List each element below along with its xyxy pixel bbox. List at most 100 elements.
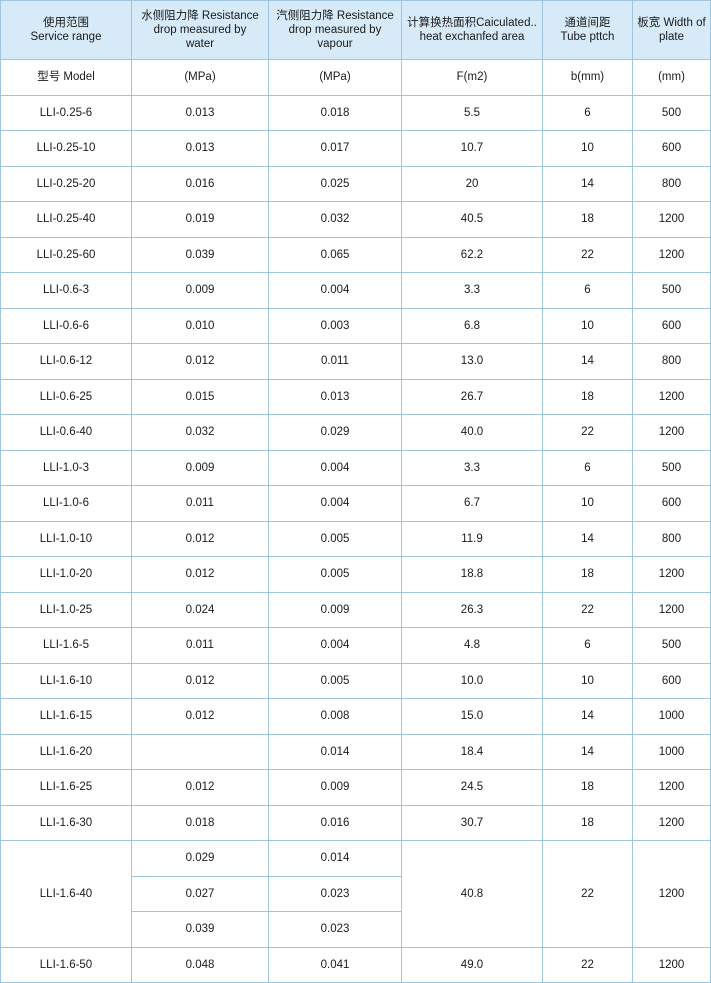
unit-vapour-mpa: (MPa): [268, 59, 402, 96]
cell-pitch: 6: [542, 627, 633, 664]
cell-model: LLI-1.6-40: [0, 840, 132, 948]
cell-area: 26.3: [401, 591, 543, 628]
header-water-resistance-line2: drop measured by: [153, 24, 247, 36]
cell-water: 0.018: [131, 804, 269, 841]
cell-water: 0.013: [131, 94, 269, 131]
cell-model: LLI-1.6-10: [0, 662, 132, 699]
cell-model: LLI-0.25-20: [0, 165, 132, 202]
cell-pitch: 10: [542, 485, 633, 522]
cell-pitch: 10: [542, 307, 633, 344]
cell-vapour: 0.004: [268, 627, 402, 664]
cell-vapour: 0.005: [268, 662, 402, 699]
cell-water: 0.010: [131, 307, 269, 344]
cell-pitch: 18: [542, 769, 633, 806]
cell-model: LLI-1.0-20: [0, 556, 132, 593]
cell-width: 1200: [632, 804, 711, 841]
cell-area: 40.8: [401, 840, 543, 948]
cell-water: 0.016: [131, 165, 269, 202]
cell-model: LLI-1.0-10: [0, 520, 132, 557]
specifications-table: 使用范围 Service range 水侧阻力降 Resistance drop…: [0, 0, 711, 983]
cell-water: 0.012: [131, 662, 269, 699]
cell-water: 0.013: [131, 130, 269, 167]
cell-width: 500: [632, 627, 711, 664]
cell-pitch: 6: [542, 94, 633, 131]
cell-model: LLI-1.6-20: [0, 733, 132, 770]
cell-width: 1200: [632, 556, 711, 593]
table-row: LLI-1.6-15 0.012 0.008 15.0 14 1000: [0, 698, 711, 735]
cell-width: 1200: [632, 840, 711, 948]
cell-vapour: 0.014: [268, 840, 402, 877]
cell-pitch: 14: [542, 698, 633, 735]
cell-vapour: 0.011: [268, 343, 402, 380]
cell-area: 26.7: [401, 378, 543, 415]
cell-vapour: 0.003: [268, 307, 402, 344]
cell-pitch: 14: [542, 165, 633, 202]
cell-vapour: 0.014: [268, 733, 402, 770]
cell-width: 500: [632, 272, 711, 309]
cell-vapour: 0.004: [268, 485, 402, 522]
cell-model: LLI-0.25-40: [0, 201, 132, 238]
header-tube-pitch-line2: Tube pttch: [560, 31, 615, 43]
cell-vapour: 0.004: [268, 449, 402, 486]
cell-width: 800: [632, 520, 711, 557]
cell-vapour: 0.004: [268, 272, 402, 309]
cell-pitch: 22: [542, 236, 633, 273]
cell-model: LLI-1.6-5: [0, 627, 132, 664]
cell-model: LLI-0.6-3: [0, 272, 132, 309]
cell-area: 18.4: [401, 733, 543, 770]
cell-area: 5.5: [401, 94, 543, 131]
table-body: 型号 Model (MPa) (MPa) F(m2) b(mm) (mm) LL…: [0, 59, 711, 983]
table-row: LLI-1.0-25 0.024 0.009 26.3 22 1200: [0, 591, 711, 628]
table-row: LLI-1.6-5 0.011 0.004 4.8 6 500: [0, 627, 711, 664]
cell-vapour: 0.018: [268, 94, 402, 131]
cell-pitch: 18: [542, 378, 633, 415]
cell-area: 40.5: [401, 201, 543, 238]
header-tube-pitch: 通道间距 Tube pttch: [542, 0, 633, 60]
cell-area: 15.0: [401, 698, 543, 735]
header-service-range: 使用范围 Service range: [0, 0, 132, 60]
cell-model: LLI-1.6-30: [0, 804, 132, 841]
cell-pitch: 22: [542, 414, 633, 451]
header-water-resistance-line1: 水侧阻力降 Resistance: [141, 10, 259, 22]
unit-area-m2: F(m2): [401, 59, 543, 96]
cell-pitch: 22: [542, 840, 633, 948]
cell-width: 1200: [632, 236, 711, 273]
cell-area: 3.3: [401, 272, 543, 309]
cell-pitch: 18: [542, 804, 633, 841]
cell-width: 1200: [632, 591, 711, 628]
cell-width: 600: [632, 307, 711, 344]
table-row: LLI-0.25-40 0.019 0.032 40.5 18 1200: [0, 201, 711, 238]
cell-area: 13.0: [401, 343, 543, 380]
header-service-range-line1: 使用范围: [43, 17, 89, 29]
cell-width: 500: [632, 94, 711, 131]
cell-vapour: 0.013: [268, 378, 402, 415]
cell-model: LLI-0.25-60: [0, 236, 132, 273]
cell-model: LLI-1.6-25: [0, 769, 132, 806]
cell-area: 20: [401, 165, 543, 202]
cell-vapour: 0.065: [268, 236, 402, 273]
table-row: LLI-0.6-25 0.015 0.013 26.7 18 1200: [0, 378, 711, 415]
cell-water: 0.039: [131, 236, 269, 273]
cell-model: LLI-0.25-6: [0, 94, 132, 131]
cell-water: 0.012: [131, 343, 269, 380]
table-header: 使用范围 Service range 水侧阻力降 Resistance drop…: [0, 0, 711, 60]
unit-pitch-mm: b(mm): [542, 59, 633, 96]
cell-area: 49.0: [401, 946, 543, 983]
cell-area: 40.0: [401, 414, 543, 451]
cell-pitch: 14: [542, 343, 633, 380]
cell-area: 62.2: [401, 236, 543, 273]
header-plate-width: 板宽 Width of plate: [632, 0, 711, 60]
unit-water-mpa: (MPa): [131, 59, 269, 96]
cell-water: 0.012: [131, 769, 269, 806]
cell-pitch: 18: [542, 201, 633, 238]
cell-water: 0.015: [131, 378, 269, 415]
cell-model: LLI-1.0-6: [0, 485, 132, 522]
header-tube-pitch-line1: 通道间距: [564, 17, 611, 29]
cell-vapour: 0.017: [268, 130, 402, 167]
unit-model: 型号 Model: [0, 59, 132, 96]
cell-vapour: 0.025: [268, 165, 402, 202]
cell-width: 1200: [632, 414, 711, 451]
table-row: LLI-1.6-40 0.029 0.014 40.8 22 1200: [0, 840, 711, 948]
table-row: LLI-0.6-3 0.009 0.004 3.3 6 500: [0, 272, 711, 309]
table-row: LLI-0.6-40 0.032 0.029 40.0 22 1200: [0, 414, 711, 451]
